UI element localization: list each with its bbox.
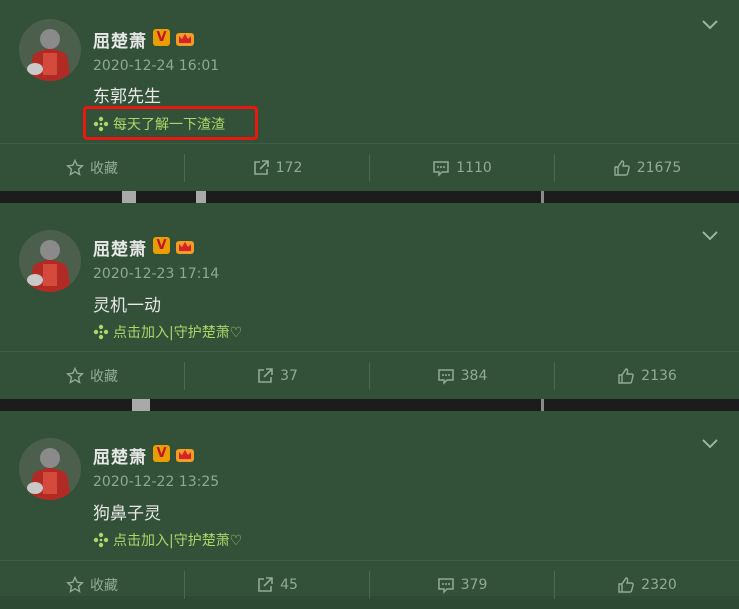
star-icon [66,159,84,176]
post-separator [0,191,739,203]
favorite-label: 收藏 [90,578,118,594]
like-count: 21675 [636,160,682,176]
post-card: 屈楚萧 V 2020-12-23 17:14 灵机一动 点击加入|守护楚萧♡ 收… [0,203,739,399]
avatar[interactable] [19,19,81,81]
post-time[interactable]: 2020-12-23 17:14 [93,266,219,282]
highlight-box [83,106,258,140]
topic-label: 点击加入|守护楚萧♡ [113,325,243,341]
post-card: 屈楚萧 V 2020-12-22 13:25 狗鼻子灵 点击加入|守护楚萧♡ 收… [0,411,739,599]
comment-count: 1110 [456,160,492,176]
comment-icon [437,369,454,385]
post-text: 东郭先生 [93,87,161,107]
chevron-down-icon[interactable] [701,18,719,32]
thumbs-up-icon [618,368,634,384]
star-icon [66,367,84,384]
author-name[interactable]: 屈楚萧 [93,27,147,52]
verified-v-icon: V [153,29,170,46]
favorite-label: 收藏 [90,369,118,385]
author-name[interactable]: 屈楚萧 [93,443,147,468]
post-card: 屈楚萧 V 2020-12-24 16:01 东郭先生 每天了解一下渣渣 收藏 … [0,0,739,191]
favorite-button[interactable]: 收藏 [0,144,184,192]
share-icon [253,160,269,175]
comment-button[interactable]: 1110 [370,144,554,192]
topic-leaf-icon [93,532,109,548]
action-bar: 收藏 37 384 2136 [0,351,739,400]
topic-link[interactable]: 点击加入|守护楚萧♡ [93,322,242,342]
comment-icon [437,578,454,594]
share-icon [258,368,273,383]
comment-button[interactable]: 384 [370,352,554,400]
repost-count: 37 [280,368,298,384]
post-text: 狗鼻子灵 [93,504,161,524]
crown-icon [176,33,194,46]
verified-v-icon: V [153,445,170,462]
action-bar: 收藏 172 1110 21675 [0,143,739,192]
post-time[interactable]: 2020-12-24 16:01 [93,58,219,74]
like-button[interactable]: 2136 [555,352,739,400]
share-icon [258,577,273,592]
comment-count: 384 [460,368,488,384]
author-name[interactable]: 屈楚萧 [93,235,147,260]
star-icon [66,576,84,593]
favorite-label: 收藏 [90,161,118,177]
like-count: 2136 [641,368,677,384]
repost-button[interactable]: 172 [185,144,369,192]
comment-icon [433,161,449,177]
comment-count: 379 [460,577,488,593]
repost-button[interactable]: 45 [185,561,369,609]
like-button[interactable]: 21675 [555,144,739,192]
post-time[interactable]: 2020-12-22 13:25 [93,474,219,490]
like-button[interactable]: 2320 [555,561,739,609]
topic-leaf-icon [93,324,109,340]
post-text: 灵机一动 [93,296,161,316]
avatar[interactable] [19,230,81,292]
chevron-down-icon[interactable] [701,437,719,451]
topic-label: 点击加入|守护楚萧♡ [113,533,243,549]
chevron-down-icon[interactable] [701,229,719,243]
avatar[interactable] [19,438,81,500]
post-separator [0,399,739,411]
like-count: 2320 [641,577,677,593]
verified-v-icon: V [153,237,170,254]
action-bar: 收藏 45 379 2320 [0,560,739,609]
favorite-button[interactable]: 收藏 [0,352,184,400]
crown-icon [176,449,194,462]
thumbs-up-icon [614,160,630,176]
topic-link[interactable]: 点击加入|守护楚萧♡ [93,530,242,550]
repost-button[interactable]: 37 [185,352,369,400]
favorite-button[interactable]: 收藏 [0,561,184,609]
repost-count: 172 [275,160,303,176]
crown-icon [176,241,194,254]
repost-count: 45 [280,577,298,593]
comment-button[interactable]: 379 [370,561,554,609]
thumbs-up-icon [618,577,634,593]
